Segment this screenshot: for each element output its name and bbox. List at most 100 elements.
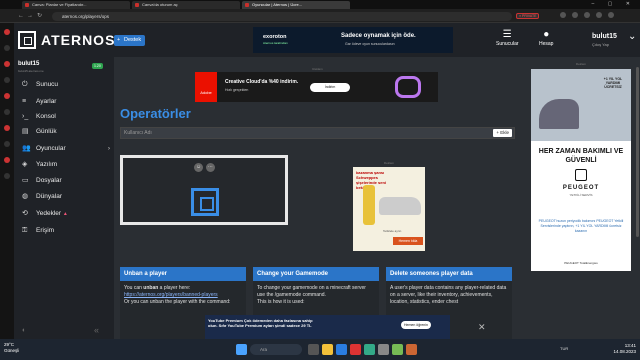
messenger-icon[interactable]: [4, 45, 10, 51]
ad-photo-tag: +1 YIL YOL YARDIMI ÜCRETSİZ: [603, 77, 623, 89]
card-title: Delete someones player data: [386, 267, 512, 281]
sidebar-item-software[interactable]: ◈ Yazılım: [14, 157, 114, 172]
app-icon[interactable]: [406, 344, 417, 355]
download-icon[interactable]: [584, 12, 590, 18]
settings-icon[interactable]: [4, 173, 10, 179]
store-icon[interactable]: [336, 344, 347, 355]
ad-button[interactable]: İndirim: [310, 83, 350, 92]
username[interactable]: bulut15: [592, 33, 617, 40]
music-icon[interactable]: [4, 125, 10, 131]
extensions-icon[interactable]: [596, 12, 602, 18]
servers-link[interactable]: ☰ Sunucular: [496, 29, 519, 47]
peugeot-ad[interactable]: +1 YIL YOL YARDIMI ÜCRETSİZ HER ZAMAN BA…: [531, 69, 631, 271]
collapse-icon[interactable]: «: [94, 325, 99, 335]
sidebar-item-settings[interactable]: ≡ Ayarlar: [14, 94, 114, 109]
ad-message: Sadece oynamak için öde.: [341, 33, 416, 39]
card-body: You can unban a player here: https://ate…: [124, 285, 231, 305]
aternos-logo-icon[interactable]: [18, 31, 36, 49]
backup-icon: ⟲: [22, 210, 28, 217]
sidebar-item-backups[interactable]: ⟲ Yedekler ▲: [14, 206, 114, 221]
opera-icon[interactable]: [4, 29, 10, 35]
power-icon: ⏻: [22, 81, 28, 88]
tab-canva-plans[interactable]: Canva: Planlar ve Fiyatlandır...: [22, 1, 130, 9]
ad-cta-button[interactable]: Hemen tıkla: [393, 237, 423, 245]
bookmark-icon[interactable]: [4, 141, 10, 147]
favicon: [25, 3, 29, 7]
opera-icon[interactable]: [350, 344, 361, 355]
sidebar-item-players[interactable]: 👥 Oyuncular ›: [14, 141, 114, 156]
bottom-sticky-ad[interactable]: YouTube Premium Çok ödemeden daha fazlas…: [205, 315, 450, 339]
ad-text: YouTube Premium Çok ödemeden daha fazlas…: [208, 318, 313, 328]
windows-start-icon[interactable]: [236, 344, 247, 355]
chat-icon[interactable]: ☺: [194, 163, 203, 172]
username-input[interactable]: Kullanıcı Adı: [124, 128, 152, 138]
scrollbar[interactable]: [636, 67, 639, 237]
app-icon[interactable]: [392, 344, 403, 355]
account-link[interactable]: ● Hesap: [539, 29, 553, 47]
users-icon: 👥: [22, 145, 31, 152]
warning-icon: ▲: [62, 211, 68, 217]
add-button[interactable]: + Ekle: [493, 129, 512, 137]
close-icon[interactable]: ✕: [478, 322, 486, 333]
history-icon[interactable]: [4, 157, 10, 163]
ad-footer: PEUGEOT TotalEnergies: [564, 261, 598, 265]
app-icon[interactable]: [378, 344, 389, 355]
logo-text[interactable]: ATERNOS: [41, 32, 115, 48]
more-icon[interactable]: ⋯: [206, 163, 215, 172]
aternos-logo-icon: [191, 188, 219, 216]
menu-icon[interactable]: [608, 12, 614, 18]
taskbar-search[interactable]: Ara: [250, 344, 302, 355]
camera-icon[interactable]: [560, 12, 566, 18]
server-address[interactable]: bulut15.aternos.me: [18, 69, 44, 73]
task-view-icon[interactable]: [308, 344, 319, 355]
sidebar-item-files[interactable]: ▭ Dosyalar: [14, 173, 114, 188]
servers-icon: ☰: [502, 29, 512, 40]
right-ad-column: Reklam +1 YIL YOL YARDIMI ÜCRETSİZ HER Z…: [521, 57, 640, 339]
peugeot-logo-icon: [575, 169, 587, 181]
ad-button[interactable]: Hemen öğrenin: [401, 321, 431, 329]
address-bar: ← → ↻ aternos.org/players/ops ≡ PRIVATE: [0, 9, 640, 23]
forward-icon[interactable]: →: [27, 12, 33, 20]
vk-icon[interactable]: [4, 93, 10, 99]
ad-fine-print: PEUGEOT'nuzun periyodik bakımını PEUGEOT…: [538, 219, 624, 233]
twitter-icon[interactable]: [4, 109, 10, 115]
ad-message-sub: Gar ödeve oyun sunuculardasın: [345, 42, 395, 46]
file-explorer-icon[interactable]: [322, 344, 333, 355]
reload-icon[interactable]: ↻: [37, 12, 42, 20]
language-indicator[interactable]: TUR: [560, 346, 568, 351]
site-header: ATERNOS + Destek exoroton Aternos tarafın…: [14, 23, 640, 57]
app-icon[interactable]: [364, 344, 375, 355]
header-ad[interactable]: exoroton Aternos tarafından Sadece oynam…: [253, 27, 453, 53]
ad-small-text: Tetiklele ayrın: [383, 229, 402, 233]
sliders-icon: ≡: [22, 98, 27, 105]
support-button[interactable]: + Destek: [114, 35, 146, 46]
key-icon: ⚿: [22, 227, 28, 234]
tab-aternos[interactable]: Oyuncular | Aternos | Ücre...: [242, 1, 350, 9]
window-controls[interactable]: – ▢ ✕: [592, 0, 636, 9]
adobe-logo: Adobe: [195, 72, 217, 102]
heart-icon[interactable]: [572, 12, 578, 18]
clock[interactable]: 13:41 14.08.2023: [604, 343, 636, 355]
logout-link[interactable]: Çıkış Yap: [592, 42, 609, 47]
theme-icon[interactable]: ◐: [22, 327, 26, 334]
sidebar-item-console[interactable]: ›_ Konsol: [14, 109, 114, 124]
private-badge[interactable]: ≡ PRIVATE: [516, 13, 540, 19]
sidebar-item-log[interactable]: ▤ Günlük: [14, 124, 114, 139]
instagram-icon[interactable]: [4, 61, 10, 67]
back-icon[interactable]: ←: [18, 12, 24, 20]
plus-icon: +: [117, 37, 121, 43]
weather-widget[interactable]: 29°C Güneşli: [4, 342, 19, 354]
sidebar-item-server[interactable]: ⏻ Sunucu: [14, 77, 114, 92]
banned-players-link[interactable]: https://aternos.org/players/banned-playe…: [124, 292, 218, 298]
adobe-ad[interactable]: Adobe Creative Cloud'da %40 indirim. Hız…: [195, 72, 438, 102]
whatsapp-icon[interactable]: [4, 77, 10, 83]
operator-card[interactable]: ☺ ⋯: [120, 155, 288, 225]
tab-canva-login[interactable]: Canva'da oturum aç: [132, 1, 240, 9]
ad-sub: Aternos tarafından: [263, 41, 288, 45]
chevron-down-icon[interactable]: ⌄: [628, 31, 636, 42]
url-field[interactable]: aternos.org/players/ops: [52, 12, 512, 21]
favicon: [245, 3, 249, 7]
sidebar-item-access[interactable]: ⚿ Erişim: [14, 223, 114, 238]
schweppes-ad[interactable]: kazanma şansı Schweppes şişelerinde seni…: [353, 167, 425, 251]
sidebar-item-worlds[interactable]: ◍ Dünyalar: [14, 189, 114, 204]
